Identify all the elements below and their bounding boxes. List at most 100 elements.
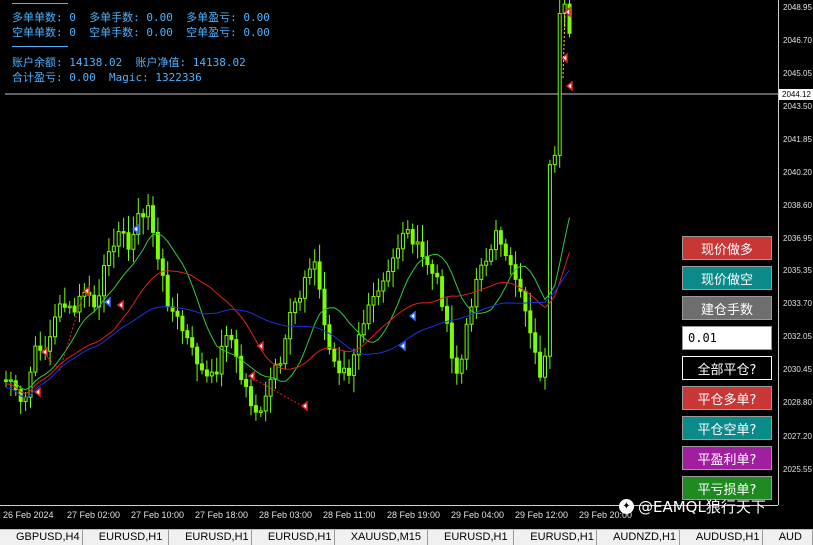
info-separator — [12, 46, 68, 47]
candle-body — [200, 363, 204, 371]
candle-body — [102, 264, 106, 297]
info-separator — [12, 3, 68, 4]
symbol-tab[interactable]: AUDUSD,H1 — [680, 530, 763, 545]
candle-body — [224, 334, 229, 347]
candle-body — [533, 332, 538, 353]
trade-arrow-icon — [300, 400, 308, 412]
price-axis-label: 2028.80 — [783, 398, 812, 407]
candle-body — [278, 363, 283, 366]
candle-body — [391, 257, 396, 272]
ma-mid-line — [5, 252, 570, 395]
candle-body — [62, 303, 67, 308]
watermark: ✦ @EAMQL狼行天下 — [619, 496, 766, 517]
account-info: 账户余额: 14138.02 账户净值: 14138.02 — [12, 56, 246, 69]
candle-body — [405, 229, 410, 234]
candle-body — [435, 272, 440, 278]
candle-body — [317, 261, 322, 290]
candle-body — [111, 245, 116, 253]
symbol-tab[interactable]: AUD — [763, 530, 813, 545]
candle-body — [253, 405, 258, 413]
candle-body — [258, 410, 263, 413]
symbol-tab[interactable]: GBPUSD,H4 — [0, 530, 83, 545]
symbol-tab[interactable]: XAUUSD,M15 — [335, 530, 428, 545]
current-price-tag: 2044.12 — [779, 89, 813, 100]
candle-body — [494, 230, 498, 251]
short-orders-info: 空单单数: 0 空单手数: 0.00 空单盈亏: 0.00 — [12, 26, 270, 39]
candle-body — [347, 367, 351, 376]
price-axis-label: 2027.20 — [783, 432, 812, 441]
price-axis: 2048.95 2046.70 2045.05 2043.50 2041.85 2040.… — [778, 0, 813, 505]
candle-body — [459, 358, 464, 374]
trade-arrow-icon — [560, 52, 568, 64]
candle-body — [523, 290, 528, 312]
candle-body — [440, 276, 445, 307]
price-axis-label: 2025.55 — [783, 465, 812, 474]
candle-body — [165, 274, 170, 308]
close-sell-button[interactable]: 平仓空单? — [682, 416, 772, 440]
candle-body — [57, 303, 62, 318]
symbol-tab-bar: GBPUSD,H4 EURUSD,H1 EURUSD,H1 EURUSD,H1 XAUU… — [0, 529, 813, 545]
candle-body — [425, 256, 430, 266]
candle-body — [146, 205, 151, 218]
candle-body — [195, 346, 200, 365]
candle-body — [332, 348, 337, 362]
candle-body — [92, 294, 97, 308]
candle-body — [420, 241, 425, 258]
time-axis-label: 26 Feb 2024 — [3, 510, 54, 520]
candle-body — [33, 345, 38, 373]
candle-body — [454, 357, 459, 374]
symbol-tab[interactable]: EURUSD,H1 — [169, 530, 252, 545]
total-pnl-info: 合计盈亏: 0.00 Magic: 1322336 — [12, 71, 202, 84]
trade-arrow-icon — [40, 346, 48, 358]
candle-body — [209, 371, 214, 377]
candle-body — [263, 395, 268, 412]
trade-arrow-icon — [408, 310, 416, 322]
symbol-tab[interactable]: EURUSD,H1 — [428, 530, 515, 545]
price-axis-label: 2030.45 — [783, 365, 812, 374]
candle-body — [484, 260, 489, 266]
close-profit-button[interactable]: 平盈利单? — [682, 446, 772, 470]
candle-body — [185, 330, 190, 339]
symbol-tab[interactable]: EURUSD,H1 — [252, 530, 335, 545]
candle-body — [376, 290, 381, 298]
candle-body — [474, 278, 479, 308]
candle-body — [180, 315, 185, 332]
lot-size-label: 建仓手数 — [682, 296, 772, 320]
candle-body — [342, 367, 347, 374]
candle-body — [381, 280, 386, 292]
sell-market-button[interactable]: 现价做空 — [682, 266, 772, 290]
close-all-button[interactable]: 全部平仓? — [682, 356, 772, 380]
candle-body — [445, 305, 449, 324]
lot-size-input[interactable] — [682, 326, 772, 350]
candle-body — [538, 351, 543, 378]
symbol-tab[interactable]: EURUSD,H1 — [83, 530, 170, 545]
price-axis-label: 2032.05 — [783, 332, 812, 341]
buy-market-button[interactable]: 现价做多 — [682, 236, 772, 260]
trade-arrow-icon — [103, 296, 111, 308]
candle-body — [298, 297, 302, 303]
time-axis-label: 28 Feb 03:00 — [259, 510, 313, 520]
watermark-text: @EAMQL狼行天下 — [638, 498, 766, 516]
time-axis-label: 27 Feb 10:00 — [131, 510, 185, 520]
candle-body — [449, 322, 454, 359]
trade-link-line — [562, 11, 566, 79]
time-axis-label: 27 Feb 18:00 — [195, 510, 249, 520]
candle-body — [38, 345, 43, 351]
candle-body — [430, 264, 435, 274]
symbol-tab[interactable]: EURUSD,H1 — [514, 530, 598, 545]
candle-body — [249, 386, 253, 407]
symbol-tab[interactable]: AUDNZD,H1 — [597, 530, 680, 545]
candle-body — [155, 231, 160, 260]
candle-body — [464, 323, 469, 360]
long-orders-info: 多单单数: 0 多单手数: 0.00 多单盈亏: 0.00 — [12, 11, 270, 24]
candle-body — [229, 334, 234, 341]
candle-body — [67, 305, 72, 309]
candle-body — [366, 304, 371, 325]
candle-body — [293, 301, 298, 314]
time-axis-label: 29 Feb 12:00 — [515, 510, 569, 520]
price-chart[interactable]: 多单单数: 0 多单手数: 0.00 多单盈亏: 0.00 空单单数: 0 空单… — [0, 0, 813, 525]
candle-body — [327, 324, 332, 350]
close-buy-button[interactable]: 平仓多单? — [682, 386, 772, 410]
candle-body — [337, 360, 342, 374]
candle-body — [53, 316, 57, 338]
